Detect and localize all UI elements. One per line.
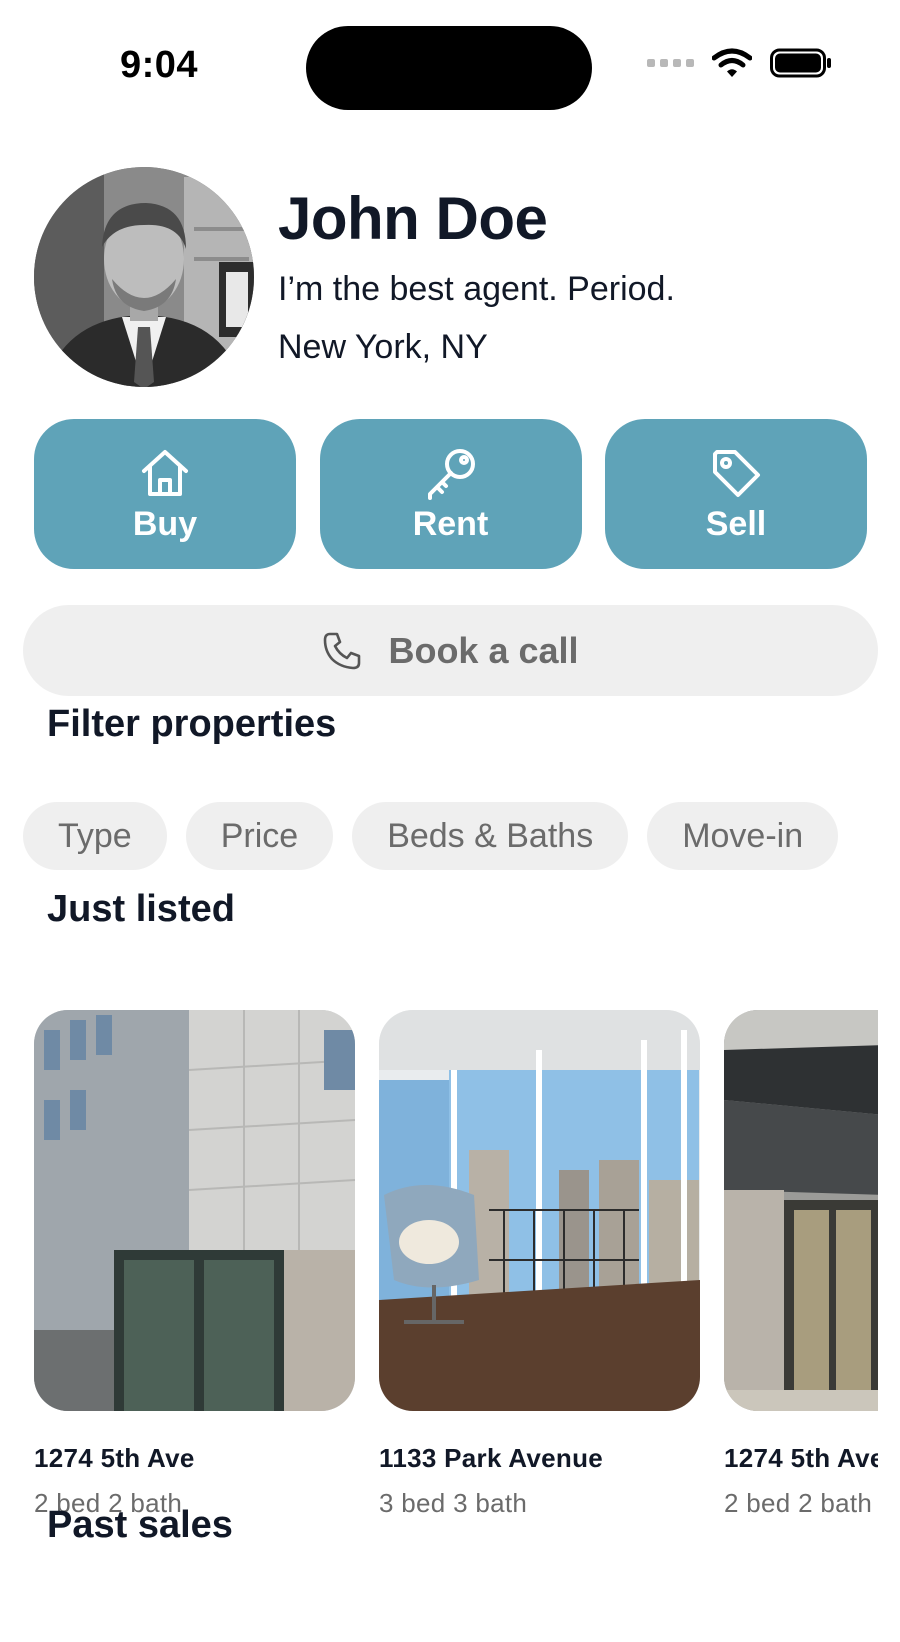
rent-button[interactable]: Rent: [319, 419, 582, 569]
phone-icon: [324, 632, 361, 669]
filter-chip-price[interactable]: Price: [185, 802, 334, 870]
status-bar: 9:04: [0, 0, 900, 130]
book-call-button[interactable]: Book a call: [23, 605, 878, 696]
rent-label: Rent: [412, 504, 489, 543]
sell-label: Sell: [705, 504, 767, 543]
listing-photo: [724, 1010, 878, 1411]
listing-photo: [34, 1010, 355, 1411]
just-listed-title: Just listed: [47, 888, 235, 930]
listing-details: 3 bed 3 bath: [379, 1488, 528, 1518]
listing-card[interactable]: 1274 5th Ave 2 bed 2 bath: [724, 1010, 878, 1519]
key-icon: [424, 445, 478, 501]
agent-tagline: I’m the best agent. Period.: [278, 270, 675, 308]
filter-chips: Type Price Beds & Baths Move-in: [23, 802, 839, 870]
listing-photo: [379, 1010, 700, 1411]
buy-button[interactable]: Buy: [34, 419, 296, 569]
wifi-icon: [712, 48, 752, 77]
listing-address: 1274 5th Ave: [724, 1443, 878, 1473]
battery-icon: [770, 48, 831, 78]
tag-icon: [709, 445, 763, 501]
agent-location: New York, NY: [278, 328, 488, 366]
status-time: 9:04: [120, 44, 199, 86]
filter-chip-move-in[interactable]: Move-in: [647, 802, 839, 870]
sell-button[interactable]: Sell: [605, 419, 867, 569]
cellular-signal-icon: [647, 59, 694, 67]
buy-label: Buy: [132, 504, 198, 543]
agent-avatar: [34, 167, 254, 387]
listing-address: 1274 5th Ave: [34, 1443, 195, 1473]
filter-section-title: Filter properties: [47, 703, 337, 745]
listing-card[interactable]: 1133 Park Avenue 3 bed 3 bath: [379, 1010, 700, 1519]
listing-details: 2 bed 2 bath: [724, 1488, 873, 1518]
past-sales-title: Past sales: [47, 1504, 233, 1546]
filter-chip-type[interactable]: Type: [23, 802, 167, 870]
action-buttons: Buy Rent Sell: [34, 419, 867, 569]
book-call-label: Book a call: [388, 629, 579, 671]
agent-name: John Doe: [278, 185, 548, 252]
status-icons: [647, 48, 832, 78]
listing-card[interactable]: 1274 5th Ave 2 bed 2 bath: [34, 1010, 355, 1519]
listing-address: 1133 Park Avenue: [379, 1443, 604, 1473]
home-icon: [139, 445, 191, 501]
just-listed-carousel[interactable]: 1274 5th Ave 2 bed 2 bath 1133 Park Aven…: [34, 1010, 878, 1520]
dynamic-island: [306, 26, 592, 110]
filter-chip-beds-baths[interactable]: Beds & Baths: [352, 802, 629, 870]
